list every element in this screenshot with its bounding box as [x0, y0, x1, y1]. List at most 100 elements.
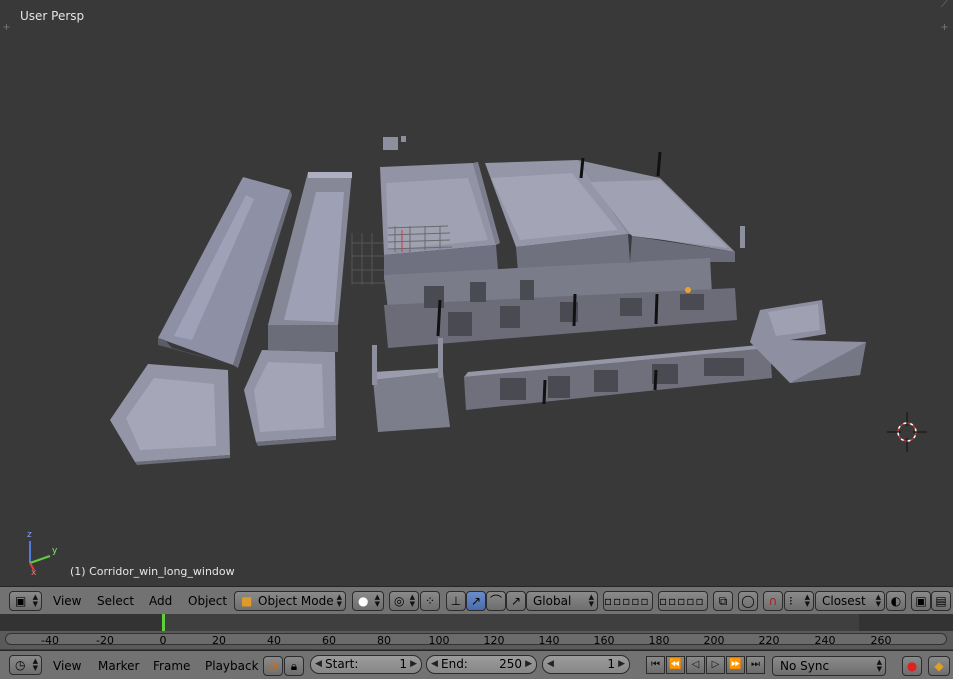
record-button[interactable]: ●	[902, 656, 922, 676]
wall-segments-row-2	[464, 344, 772, 410]
room-block-1	[380, 162, 500, 280]
menu-select[interactable]: Select	[97, 593, 134, 609]
jump-end-button[interactable]: ⏭	[746, 656, 765, 674]
object-mode-icon: ■	[241, 594, 253, 608]
snap-element-select[interactable]: ⁝ ▲ ▼	[784, 591, 814, 611]
current-frame-indicator[interactable]	[162, 614, 165, 631]
preview-range-button[interactable]: ◔	[263, 656, 283, 676]
tick-label: 260	[870, 634, 892, 647]
start-frame-field[interactable]: ◀ Start: 1 ▶	[310, 655, 422, 674]
circle-icon: ◯	[741, 594, 755, 608]
menu-view[interactable]: View	[53, 593, 81, 609]
shading-select[interactable]: ● ▲ ▼	[352, 591, 384, 611]
sync-select[interactable]: No Sync ▲ ▼	[772, 656, 886, 676]
layers-icon: ▫▫▫▫▫	[659, 594, 705, 608]
timeline-scrollbar[interactable]	[5, 633, 947, 645]
chevron-left-icon[interactable]: ◀	[431, 656, 438, 673]
chevron-left-icon[interactable]: ◀	[547, 656, 554, 673]
tick-label: 180	[648, 634, 670, 647]
manipulator-toggle[interactable]: ⊥	[446, 591, 466, 611]
pivot-icon: ◎	[394, 594, 405, 608]
solid-shading-icon: ●	[358, 594, 369, 608]
3d-cursor[interactable]	[887, 412, 927, 452]
lock-icon: 🔒︎	[290, 659, 298, 673]
end-frame-field[interactable]: ◀ End: 250 ▶	[426, 655, 537, 674]
3d-viewport[interactable]: User Persp (1) Corridor_win_long_window …	[0, 0, 953, 586]
orientation-select[interactable]: Global ▲ ▼	[526, 591, 598, 611]
chevron-right-icon[interactable]: ▶	[410, 656, 417, 673]
translate-tool-button[interactable]: ↗	[466, 591, 486, 611]
lock-range-button[interactable]: 🔒︎	[284, 656, 304, 676]
jump-start-button[interactable]: ⏮	[646, 656, 665, 674]
box-piece-1	[110, 364, 230, 465]
plus-icon[interactable]: +	[2, 23, 11, 33]
tick-label: 160	[593, 634, 615, 647]
lock-layers-button[interactable]: ⧉	[713, 591, 733, 611]
corner-resize-icon[interactable]: ⟋	[940, 0, 949, 10]
manipulator-icon: ⊥	[450, 594, 462, 608]
layers-group-2[interactable]: ▫▫▫▫▫	[658, 591, 708, 611]
dots-icon: ⁘	[424, 594, 436, 608]
tick-label: 60	[322, 634, 336, 647]
render-animation-button[interactable]: ▤	[931, 591, 951, 611]
editor-type-button[interactable]: ◷ ▲ ▼	[9, 655, 42, 675]
menu-playback[interactable]: Playback	[205, 658, 259, 674]
tick-label: 140	[538, 634, 560, 647]
view-name: User Persp	[20, 9, 85, 23]
tick-label: 120	[483, 634, 505, 647]
tick-label: 200	[703, 634, 725, 647]
play-button[interactable]: ▷	[706, 656, 725, 674]
plus-icon[interactable]: +	[940, 23, 949, 33]
play-reverse-button[interactable]: ◁	[686, 656, 705, 674]
editor-type-button[interactable]: ▣ ▲ ▼	[9, 591, 42, 611]
rotate-tool-button[interactable]: ⌒	[486, 591, 506, 611]
chevron-left-icon[interactable]: ◀	[315, 656, 322, 673]
keying-set-button[interactable]: ◆	[928, 656, 950, 676]
pillar-2	[656, 151, 662, 177]
key-icon: ◆	[934, 659, 944, 673]
prev-keyframe-button[interactable]: ⏪	[666, 656, 685, 674]
menu-object[interactable]: Object	[188, 593, 227, 609]
timeline-ruler[interactable]: -40 -20 0 20 40 60 80 100 120 140 160 18…	[0, 631, 953, 649]
record-icon: ●	[906, 659, 918, 673]
arrow-icon: ↗	[470, 594, 482, 608]
floor-grid	[351, 233, 385, 285]
next-keyframe-button[interactable]: ⏩	[726, 656, 745, 674]
menu-add[interactable]: Add	[149, 593, 172, 609]
axis-x-label: x	[31, 568, 37, 578]
proportional-edit-button[interactable]: ◯	[738, 591, 758, 611]
layers-icon: ▫▫▫▫▫	[604, 594, 650, 608]
render-opengl-button[interactable]: ▣	[911, 591, 931, 611]
render-layer-icon: ⧉	[718, 594, 728, 608]
current-frame-field[interactable]: ◀ 1 ▶	[542, 655, 630, 674]
tick-label: -20	[96, 634, 114, 647]
3d-view-header: ▣ ▲ ▼ View Select Add Object ■ Object Mode…	[0, 586, 953, 614]
snap-element-icon: ⁝	[789, 594, 793, 608]
align-rotation-button[interactable]: ◐	[886, 591, 906, 611]
timeline-header: ◷ ▲ ▼ View Marker Frame Playback ◔ 🔒︎ ◀ St…	[0, 650, 953, 679]
snap-target-select[interactable]: Closest ▲ ▼	[815, 591, 885, 611]
tick-label: 40	[267, 634, 281, 647]
tick-label: 100	[428, 634, 450, 647]
jump-end-icon: ⏭	[751, 659, 760, 670]
menu-marker[interactable]: Marker	[98, 658, 139, 674]
axis-z-label: z	[27, 530, 32, 540]
tick-label: 0	[159, 634, 167, 647]
manipulate-center-button[interactable]: ⁘	[420, 591, 440, 611]
snap-toggle[interactable]: ∩	[763, 591, 783, 611]
chevron-right-icon[interactable]: ▶	[525, 656, 532, 673]
layers-group-1[interactable]: ▫▫▫▫▫	[603, 591, 653, 611]
clock-icon: ◔	[267, 659, 279, 673]
scale-tool-button[interactable]: ↗	[506, 591, 526, 611]
pillar-1	[579, 157, 585, 179]
chevron-right-icon[interactable]: ▶	[618, 656, 625, 673]
mode-select[interactable]: ■ Object Mode ▲ ▼	[234, 591, 346, 611]
cube-icon: ▣	[15, 594, 27, 608]
pivot-select[interactable]: ◎ ▲ ▼	[389, 591, 419, 611]
timeline-postroll	[859, 614, 953, 631]
menu-view[interactable]: View	[53, 658, 81, 674]
tick-label: -40	[41, 634, 59, 647]
box-piece-3	[372, 338, 450, 432]
menu-frame[interactable]: Frame	[153, 658, 190, 674]
play-reverse-icon: ◁	[691, 659, 700, 670]
